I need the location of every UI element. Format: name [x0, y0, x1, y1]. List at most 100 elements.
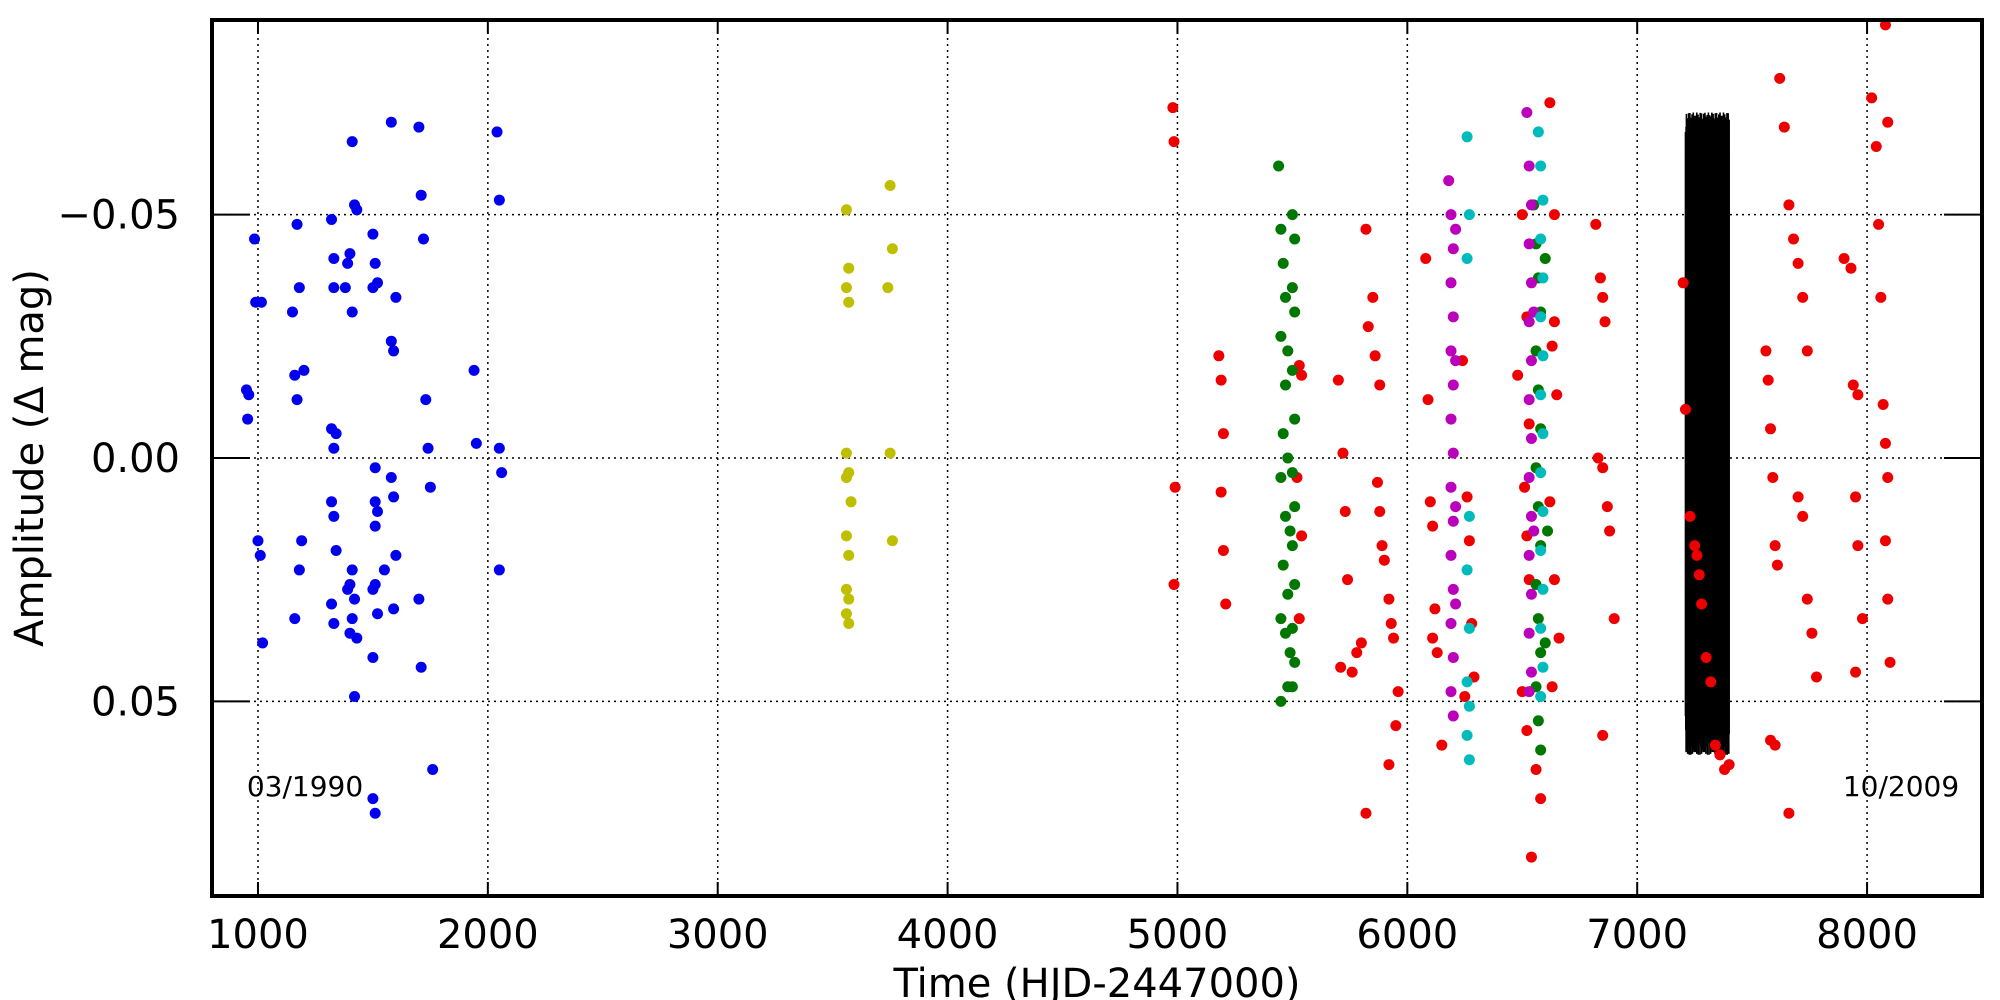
- y-tick-label: 0.00: [91, 436, 180, 482]
- data-point: [1532, 613, 1544, 625]
- data-point: [1362, 321, 1374, 333]
- data-point: [1691, 549, 1703, 561]
- data-point: [1447, 311, 1459, 323]
- data-point: [1806, 627, 1818, 639]
- data-point: [1546, 681, 1558, 693]
- data-point: [388, 491, 400, 503]
- data-point: [1535, 793, 1547, 805]
- data-point: [349, 690, 361, 702]
- data-point: [840, 583, 852, 595]
- data-point: [1385, 617, 1397, 629]
- data-point: [1275, 223, 1287, 235]
- data-point: [843, 617, 855, 629]
- data-point: [1532, 126, 1544, 138]
- data-point: [1523, 316, 1535, 328]
- data-point: [424, 481, 436, 493]
- tick-labels: 1000 2000 3000 4000 5000 6000 7000 8000 −0.05 0.0…: [57, 193, 1918, 958]
- data-point: [884, 179, 896, 191]
- data-point: [1705, 676, 1717, 688]
- data-point: [1447, 583, 1459, 595]
- data-point: [1537, 272, 1549, 284]
- data-point: [369, 462, 381, 474]
- data-point: [1277, 257, 1289, 269]
- data-point: [1797, 291, 1809, 303]
- data-point: [884, 447, 896, 459]
- data-point: [1845, 262, 1857, 274]
- data-point: [346, 306, 358, 318]
- data-point: [1760, 345, 1772, 357]
- data-point: [1689, 540, 1701, 552]
- data-point: [1875, 291, 1887, 303]
- data-point: [1447, 243, 1459, 255]
- data-point: [339, 282, 351, 294]
- data-point: [1427, 632, 1439, 644]
- data-point: [1709, 739, 1721, 751]
- x-tick-label: 2000: [437, 912, 539, 958]
- data-point: [1532, 715, 1544, 727]
- data-point: [1525, 588, 1537, 600]
- data-point: [1220, 598, 1232, 610]
- data-point: [1544, 97, 1556, 109]
- data-point: [1335, 661, 1347, 673]
- x-axis-label: Time (HJD-2447000): [892, 961, 1300, 1000]
- data-point: [1535, 160, 1547, 172]
- data-point: [1537, 428, 1549, 440]
- data-point: [1535, 467, 1547, 479]
- y-axis-label: Amplitude (Δ mag): [7, 269, 53, 647]
- data-point: [1279, 510, 1291, 522]
- data-point: [344, 579, 356, 591]
- data-point: [346, 613, 358, 625]
- data-point: [427, 763, 439, 775]
- data-point: [1289, 656, 1301, 668]
- data-point: [369, 520, 381, 532]
- data-point: [1523, 627, 1535, 639]
- data-point: [1537, 506, 1549, 518]
- data-point: [255, 296, 267, 308]
- data-point: [1548, 209, 1560, 221]
- data-point: [882, 282, 894, 294]
- data-point: [1535, 744, 1547, 756]
- data-points-layer: [240, 19, 1896, 863]
- data-point: [413, 593, 425, 605]
- data-point: [1723, 759, 1735, 771]
- data-point: [385, 335, 397, 347]
- data-point: [291, 394, 303, 406]
- data-point: [1525, 355, 1537, 367]
- data-point: [1597, 729, 1609, 741]
- data-point: [1700, 652, 1712, 664]
- data-point: [385, 116, 397, 128]
- data-point: [1548, 574, 1560, 586]
- data-point: [1463, 754, 1475, 766]
- data-point: [1450, 598, 1462, 610]
- x-tick-label: 3000: [667, 912, 769, 958]
- data-point: [1445, 413, 1457, 425]
- data-point: [367, 282, 379, 294]
- data-point: [1217, 428, 1229, 440]
- data-point: [1378, 554, 1390, 566]
- data-point: [1847, 379, 1859, 391]
- data-point: [351, 632, 363, 644]
- data-point: [1463, 510, 1475, 522]
- y-tick-label: −0.05: [57, 193, 180, 239]
- data-point: [328, 442, 340, 454]
- data-point: [1523, 238, 1535, 250]
- data-point: [1597, 291, 1609, 303]
- data-point: [252, 535, 264, 547]
- data-point: [1286, 282, 1298, 294]
- data-point: [1445, 345, 1457, 357]
- data-point: [1445, 549, 1457, 561]
- data-point: [344, 248, 356, 260]
- data-point: [1801, 345, 1813, 357]
- data-point: [351, 204, 363, 216]
- data-point: [328, 282, 340, 294]
- data-point: [493, 442, 505, 454]
- data-point: [1443, 175, 1455, 187]
- x-tick-label: 1000: [207, 912, 309, 958]
- data-point: [1213, 350, 1225, 362]
- data-point: [1279, 291, 1291, 303]
- data-point: [1525, 666, 1537, 678]
- data-point: [1879, 437, 1891, 449]
- data-point: [840, 471, 852, 483]
- data-point: [1383, 759, 1395, 771]
- data-point: [1597, 462, 1609, 474]
